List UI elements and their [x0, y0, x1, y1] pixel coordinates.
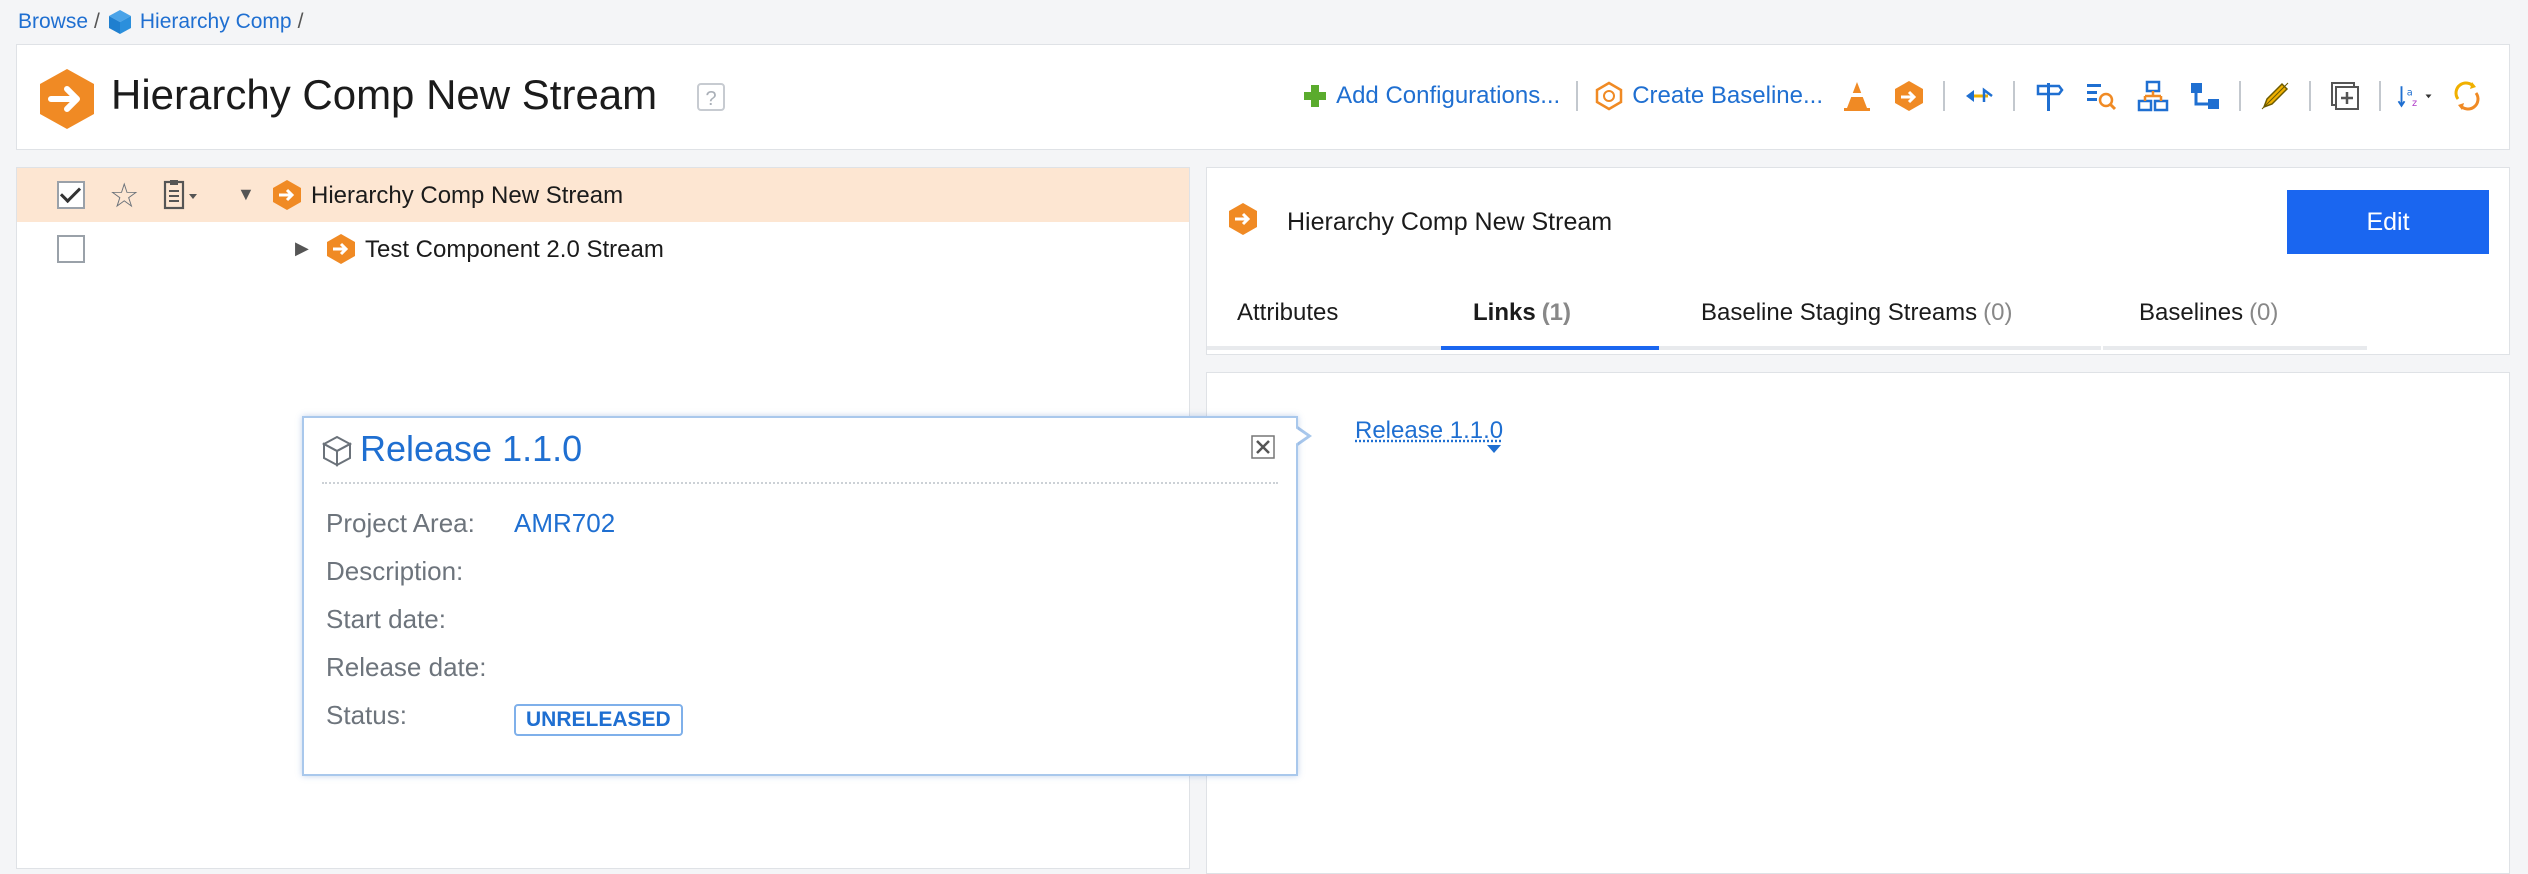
- toolbar-divider: [1576, 81, 1579, 111]
- row-checkbox[interactable]: [57, 181, 85, 209]
- release-date-label: Release date:: [326, 652, 487, 682]
- tab-label: Links: [1473, 299, 1536, 326]
- signpost-icon[interactable]: [2031, 78, 2067, 114]
- toolbar-divider: [2239, 81, 2241, 111]
- row-checkbox[interactable]: [57, 235, 85, 263]
- edit-button[interactable]: Edit: [2287, 190, 2489, 254]
- cube-icon: [108, 10, 131, 34]
- status-label: Status:: [326, 700, 407, 730]
- release-link[interactable]: Release 1.1.0: [1355, 417, 1503, 445]
- hierarchy-structure-icon[interactable]: [2135, 78, 2171, 114]
- search-list-icon[interactable]: [2083, 78, 2119, 114]
- traffic-cone-icon[interactable]: [1839, 78, 1875, 114]
- plus-icon: [1304, 85, 1327, 107]
- project-area-label: Project Area:: [326, 508, 475, 538]
- tab-label: Baselines: [2139, 299, 2244, 326]
- popup-title[interactable]: Release 1.1.0: [360, 428, 582, 470]
- tab-baseline-staging-streams[interactable]: Baseline Staging Streams (0): [1659, 280, 2101, 350]
- tab-baselines[interactable]: Baselines (0): [2103, 280, 2367, 350]
- help-icon[interactable]: ?: [697, 83, 725, 111]
- package-box-icon: [321, 435, 353, 467]
- toolbar-divider: [2379, 81, 2381, 111]
- create-baseline-label: Create Baseline...: [1632, 82, 1823, 109]
- expand-chevron-icon[interactable]: ▶: [295, 238, 309, 259]
- svg-text:z: z: [2412, 98, 2417, 109]
- tab-attributes[interactable]: Attributes: [1207, 280, 1441, 350]
- status-badge: UNRELEASED: [514, 704, 683, 736]
- stream-icon: [327, 234, 355, 264]
- toolbar-divider: [2013, 81, 2015, 111]
- toolbar-divider: [1943, 81, 1945, 111]
- tab-count: (1): [1541, 299, 1572, 326]
- description-label: Description:: [326, 556, 464, 586]
- add-configurations-label: Add Configurations...: [1336, 82, 1561, 109]
- expand-all-icon[interactable]: [2327, 78, 2363, 114]
- sort-alphabetical-icon[interactable]: az: [2397, 78, 2433, 114]
- tree-row[interactable]: ▶ Test Component 2.0 Stream: [17, 222, 1189, 276]
- stream-icon: [40, 69, 94, 129]
- baseline-icon: [1595, 81, 1623, 111]
- close-icon[interactable]: [1248, 432, 1278, 462]
- flow-tree-icon[interactable]: [2187, 78, 2223, 114]
- pencil-edit-icon[interactable]: [2257, 78, 2293, 114]
- breadcrumb: Browse / Hierarchy Comp /: [18, 8, 303, 36]
- stream-upload-icon[interactable]: [1891, 78, 1927, 114]
- tree-row-label[interactable]: Test Component 2.0 Stream: [365, 236, 664, 264]
- breadcrumb-browse-link[interactable]: Browse: [18, 10, 88, 34]
- release-hover-popup: Release 1.1.0 Project Area: AMR702 Descr…: [302, 416, 1298, 776]
- favorite-star-icon[interactable]: ☆: [109, 176, 139, 216]
- tab-count: (0): [1983, 299, 2013, 326]
- breadcrumb-separator: /: [297, 10, 304, 33]
- tab-count: (0): [2249, 299, 2279, 326]
- detail-header: Hierarchy Comp New Stream Edit Attribute…: [1206, 167, 2510, 355]
- start-date-label: Start date:: [326, 604, 446, 634]
- create-baseline-button[interactable]: Create Baseline...: [1594, 81, 1823, 111]
- breadcrumb-project-link[interactable]: Hierarchy Comp: [140, 10, 292, 34]
- refresh-link-icon[interactable]: [2449, 78, 2485, 114]
- page-header: Hierarchy Comp New Stream ? Add Configur…: [16, 44, 2510, 150]
- toolbar: Add Configurations... Create Baseline...: [1302, 71, 2485, 121]
- tree-row[interactable]: ☆ ▼ Hierarchy Comp New Stream: [17, 168, 1189, 222]
- stream-icon: [273, 180, 301, 210]
- caret-down-icon: [1487, 445, 1501, 453]
- svg-text:a: a: [2407, 87, 2413, 98]
- clipboard-menu-icon[interactable]: [161, 178, 205, 212]
- tab-links[interactable]: Links (1): [1441, 280, 1659, 350]
- popup-pointer-inner: [1291, 425, 1307, 447]
- tab-label: Attributes: [1237, 299, 1339, 326]
- detail-body: e: Release 1.1.0: [1206, 372, 2510, 874]
- breadcrumb-separator: /: [94, 10, 100, 33]
- compare-arrows-icon[interactable]: [1961, 78, 1997, 114]
- collapse-chevron-icon[interactable]: ▼: [237, 184, 255, 205]
- stream-icon: [1229, 203, 1257, 235]
- add-configurations-button[interactable]: Add Configurations...: [1302, 82, 1560, 110]
- project-area-link[interactable]: AMR702: [514, 508, 615, 539]
- detail-tabs: Attributes Links (1) Baseline Staging St…: [1207, 280, 2509, 350]
- page-title: Hierarchy Comp New Stream: [111, 71, 658, 118]
- detail-title: Hierarchy Comp New Stream: [1287, 208, 1613, 236]
- popup-divider: [322, 482, 1278, 484]
- toolbar-divider: [2309, 81, 2311, 111]
- tab-label: Baseline Staging Streams: [1701, 299, 1978, 326]
- tree-row-label[interactable]: Hierarchy Comp New Stream: [311, 182, 623, 210]
